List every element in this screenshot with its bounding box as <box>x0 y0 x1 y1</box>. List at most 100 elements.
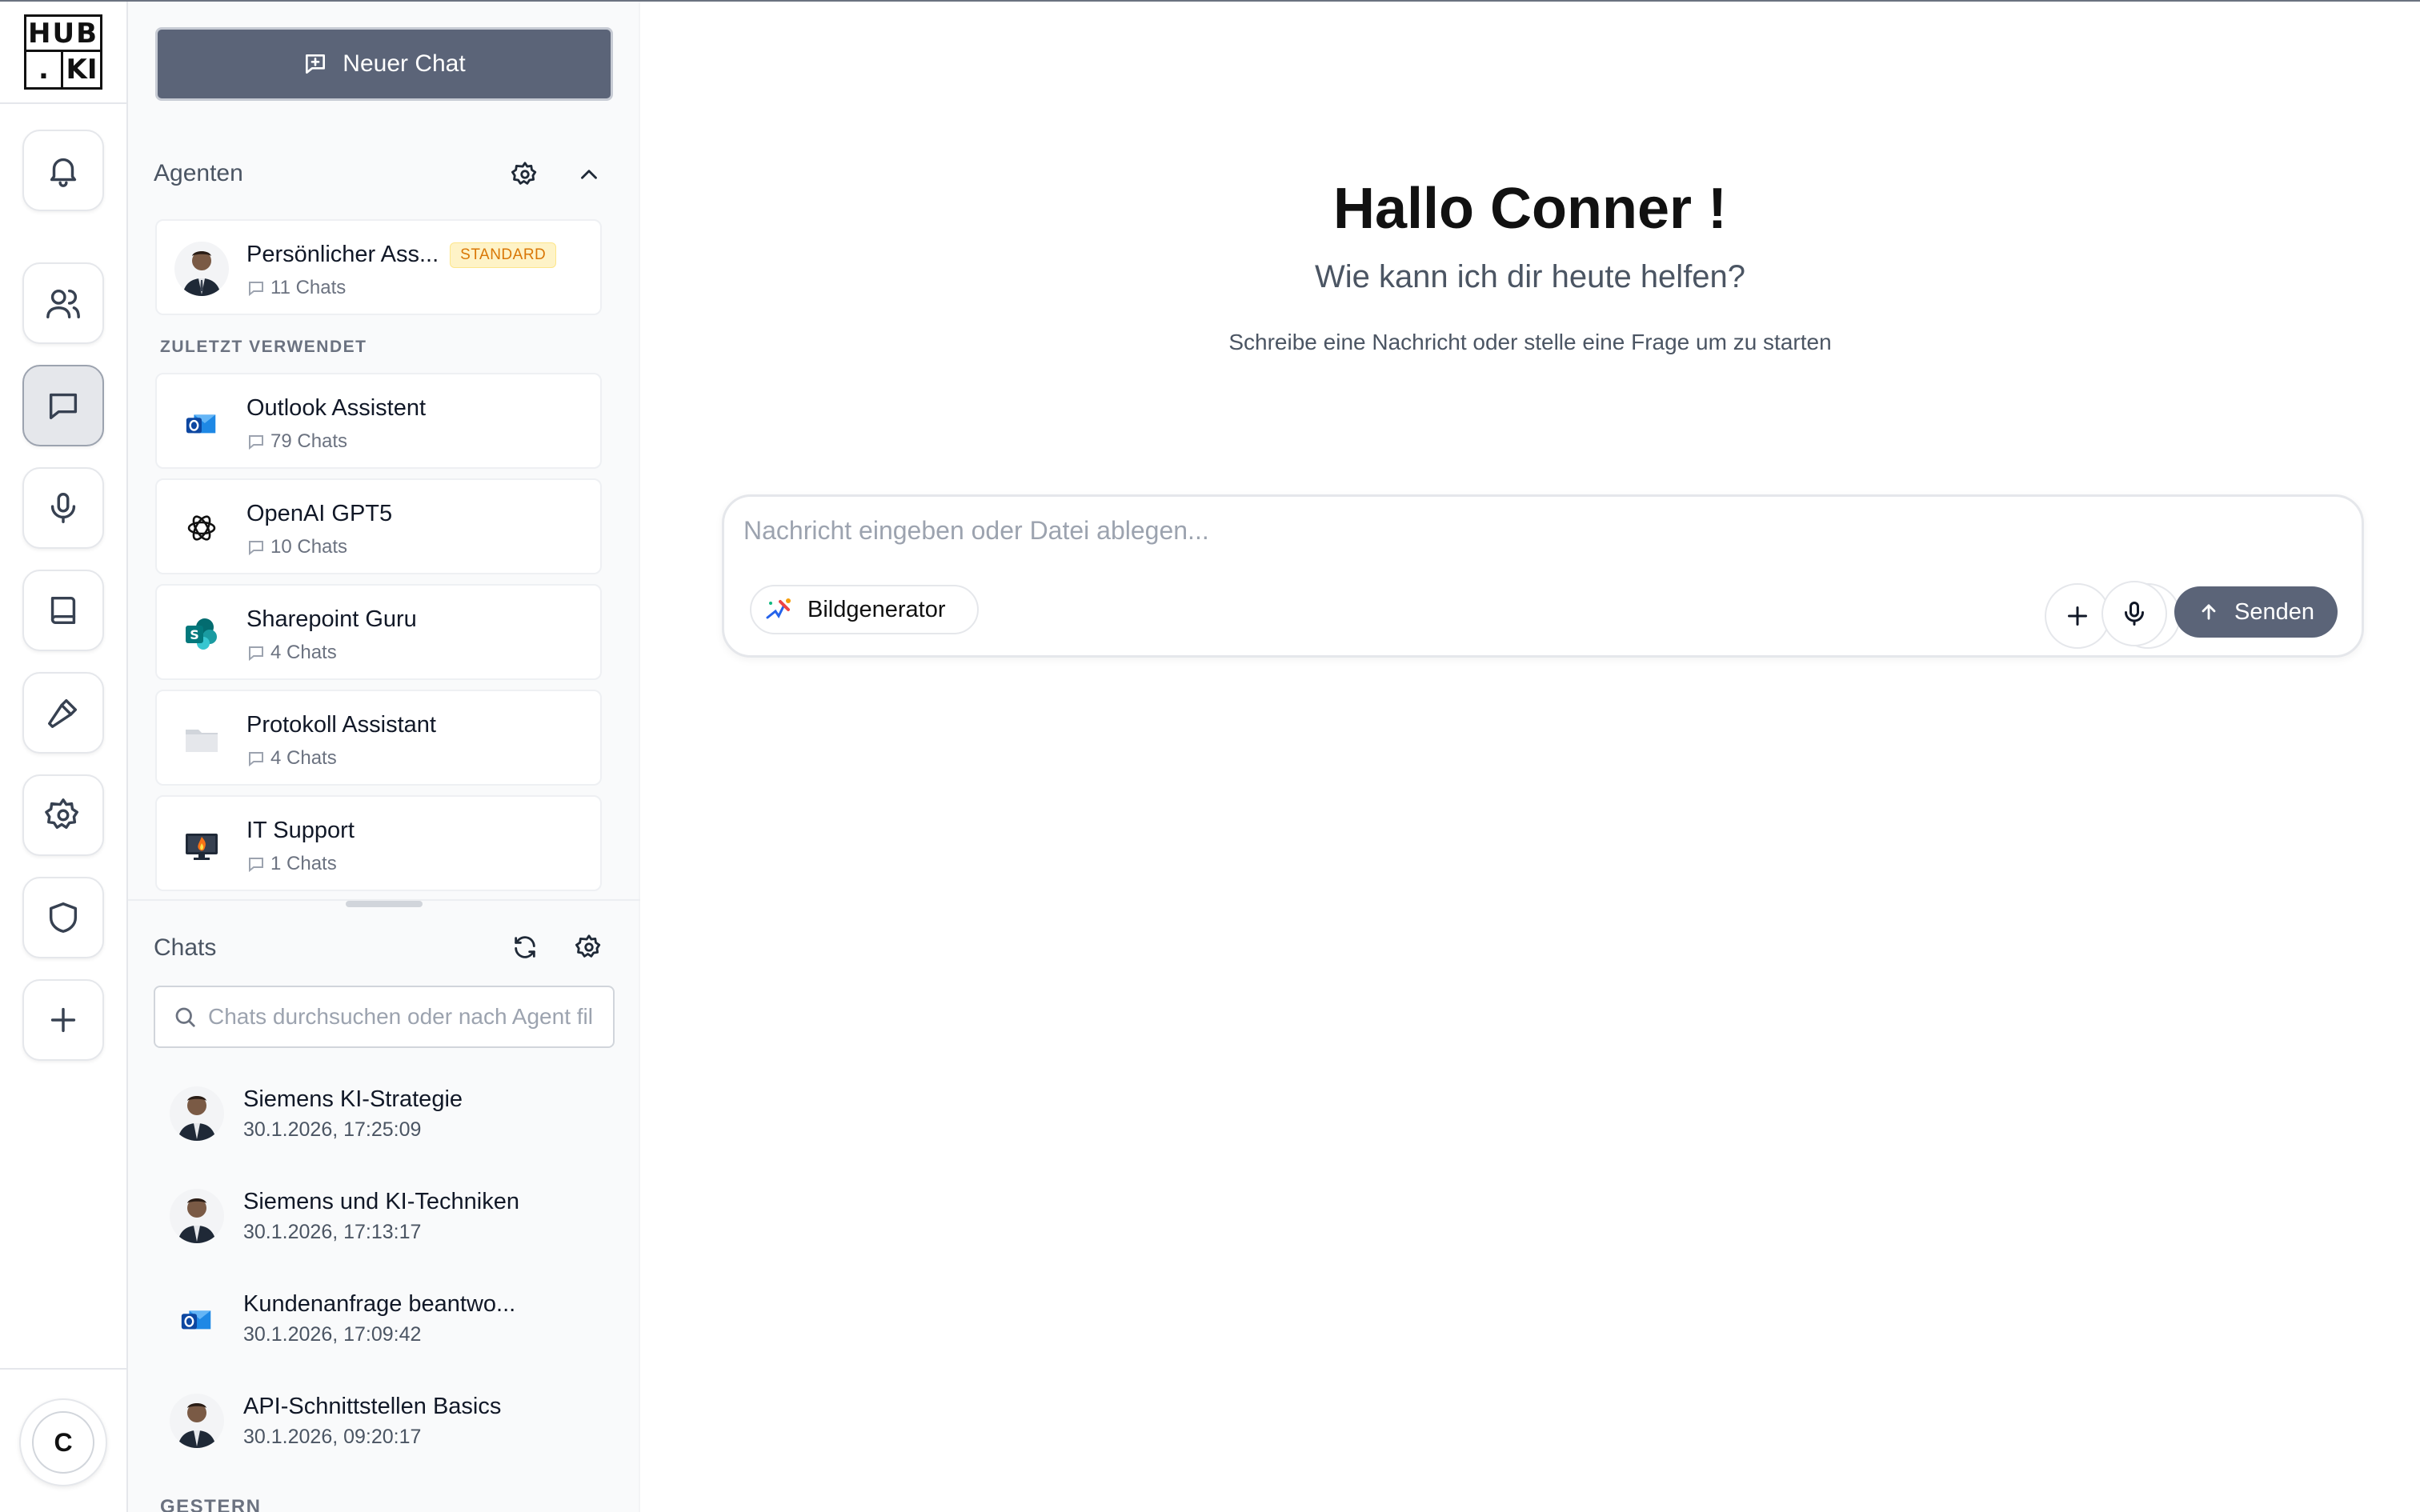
search-icon <box>175 1007 195 1027</box>
agent-chat-count: 79 Chats <box>246 430 347 453</box>
send-button[interactable]: Senden <box>2174 586 2338 638</box>
image-generator-icon <box>766 598 791 619</box>
agent-chat-count-text: 4 Chats <box>270 642 337 663</box>
book-icon <box>50 596 76 625</box>
bell-icon <box>50 158 77 187</box>
image-generator-label: Bildgenerator <box>807 596 946 622</box>
greeting-title: Hallo Conner ! <box>1332 177 1727 241</box>
knowledge-nav-button[interactable] <box>22 570 104 651</box>
message-input[interactable] <box>743 516 2264 561</box>
chevron-up-icon <box>581 170 597 179</box>
agent-name: Persönlicher Ass... STANDARD <box>246 242 557 269</box>
microphone-icon <box>2125 602 2144 626</box>
agent-name: Protokoll Assistant <box>246 712 436 738</box>
main-content: Hallo Conner ! Wie kann ich dir heute he… <box>640 2 2420 1512</box>
hub-ki-logo[interactable]: HUB . KI <box>24 14 102 90</box>
agent-chat-count: 4 Chats <box>246 747 337 770</box>
chat-bubble-icon <box>249 752 263 767</box>
chat-list-item[interactable]: Siemens und KI-Techniken 30.1.2026, 17:1… <box>170 1178 618 1258</box>
rail-divider <box>0 102 128 104</box>
agent-card-outlook[interactable]: Outlook Assistent 79 Chats <box>155 373 602 469</box>
chat-timestamp: 30.1.2026, 17:09:42 <box>243 1323 422 1346</box>
agent-card-default[interactable]: Persönlicher Ass... STANDARD 11 Chats <box>155 219 602 315</box>
users-icon <box>46 289 80 318</box>
user-initial: C <box>32 1411 94 1474</box>
refresh-icon <box>515 936 535 958</box>
logo-text-top: HUB <box>26 17 100 52</box>
agent-name: Outlook Assistent <box>246 395 427 421</box>
agent-card-protokoll[interactable]: Protokoll Assistant 4 Chats <box>155 690 602 786</box>
voice-nav-button[interactable] <box>22 467 104 549</box>
recent-agents-label: ZULETZT VERWENDET <box>160 338 367 356</box>
agent-chat-count-text: 1 Chats <box>270 853 337 874</box>
attach-button[interactable] <box>2045 583 2110 649</box>
chat-search-input[interactable] <box>208 1004 592 1030</box>
new-chat-button[interactable]: Neuer Chat <box>155 27 613 101</box>
person-avatar <box>170 1394 224 1448</box>
chat-nav-button[interactable] <box>22 365 104 446</box>
hammer-icon <box>48 698 78 728</box>
agent-chat-count-text: 4 Chats <box>270 747 337 769</box>
agent-chat-count: 4 Chats <box>246 642 337 664</box>
sidebar-panel: Neuer Chat Agenten Persönlicher Ass... ST… <box>128 2 640 1512</box>
rail-divider-bottom <box>0 1368 128 1370</box>
monitor-fire-icon <box>174 818 229 872</box>
send-label: Senden <box>2234 598 2314 625</box>
chats-settings-button[interactable] <box>571 930 607 965</box>
gear-icon <box>511 162 537 185</box>
agents-section-title: Agenten <box>154 160 243 186</box>
chat-timestamp: 30.1.2026, 09:20:17 <box>243 1426 422 1448</box>
svg-text:S: S <box>190 627 199 642</box>
agent-chat-count-text: 10 Chats <box>270 536 348 558</box>
chat-timestamp: 30.1.2026, 17:25:09 <box>243 1118 422 1141</box>
security-nav-button[interactable] <box>22 877 104 958</box>
agent-card-it-support[interactable]: IT Support 1 Chats <box>155 795 602 891</box>
chat-list-item[interactable]: API-Schnittstellen Basics 30.1.2026, 09:… <box>170 1382 618 1462</box>
agents-nav-button[interactable] <box>22 262 104 344</box>
image-generator-chip[interactable]: Bildgenerator <box>750 585 979 634</box>
new-chat-label: Neuer Chat <box>343 50 466 77</box>
start-hint: Schreibe eine Nachricht oder stelle eine… <box>1228 330 1832 354</box>
voice-input-button[interactable] <box>2101 581 2167 646</box>
plus-icon <box>2068 606 2087 626</box>
person-avatar <box>174 242 229 296</box>
chat-title: Siemens KI-Strategie <box>243 1086 463 1112</box>
tools-nav-button[interactable] <box>22 672 104 754</box>
plus-icon <box>50 1007 76 1033</box>
openai-icon <box>174 501 229 555</box>
resize-handle[interactable] <box>346 901 423 907</box>
agent-chat-count: 1 Chats <box>246 853 337 875</box>
agents-settings-button[interactable] <box>507 157 543 192</box>
agent-card-sharepoint[interactable]: S Sharepoint Guru 4 Chats <box>155 584 602 680</box>
new-chat-icon <box>306 54 326 74</box>
chat-title: Siemens und KI-Techniken <box>243 1189 519 1214</box>
chat-search[interactable] <box>154 986 615 1048</box>
user-avatar-button[interactable]: C <box>19 1398 107 1486</box>
greeting-subtitle: Wie kann ich dir heute helfen? <box>1314 259 1746 294</box>
agent-chat-count: 11 Chats <box>246 277 346 299</box>
agent-chat-count-text: 11 Chats <box>270 277 347 298</box>
add-nav-button[interactable] <box>22 979 104 1061</box>
logo-text-dot: . <box>26 52 63 87</box>
settings-nav-button[interactable] <box>22 774 104 856</box>
arrow-up-icon <box>2202 604 2216 620</box>
standard-badge: STANDARD <box>450 242 557 269</box>
refresh-chats-button[interactable] <box>507 930 543 965</box>
chat-bubble-icon <box>249 646 263 662</box>
outlook-icon <box>170 1291 224 1346</box>
agents-collapse-button[interactable] <box>571 157 607 192</box>
agent-name: IT Support <box>246 818 355 843</box>
gear-icon <box>45 798 78 830</box>
chat-icon <box>49 393 78 420</box>
shield-icon <box>49 902 78 933</box>
agent-chat-count: 10 Chats <box>246 536 347 558</box>
outlook-icon <box>174 395 229 450</box>
agent-card-openai[interactable]: OpenAI GPT5 10 Chats <box>155 478 602 574</box>
agent-name: Sharepoint Guru <box>246 606 417 632</box>
notifications-button[interactable] <box>22 130 104 211</box>
chat-list-item[interactable]: Kundenanfrage beantwo... 30.1.2026, 17:0… <box>170 1280 618 1360</box>
agent-name-text: Persönlicher Ass... <box>246 242 439 267</box>
agent-name: OpenAI GPT5 <box>246 501 393 526</box>
microphone-icon <box>50 493 76 523</box>
chat-list-item[interactable]: Siemens KI-Strategie 30.1.2026, 17:25:09 <box>170 1075 618 1155</box>
